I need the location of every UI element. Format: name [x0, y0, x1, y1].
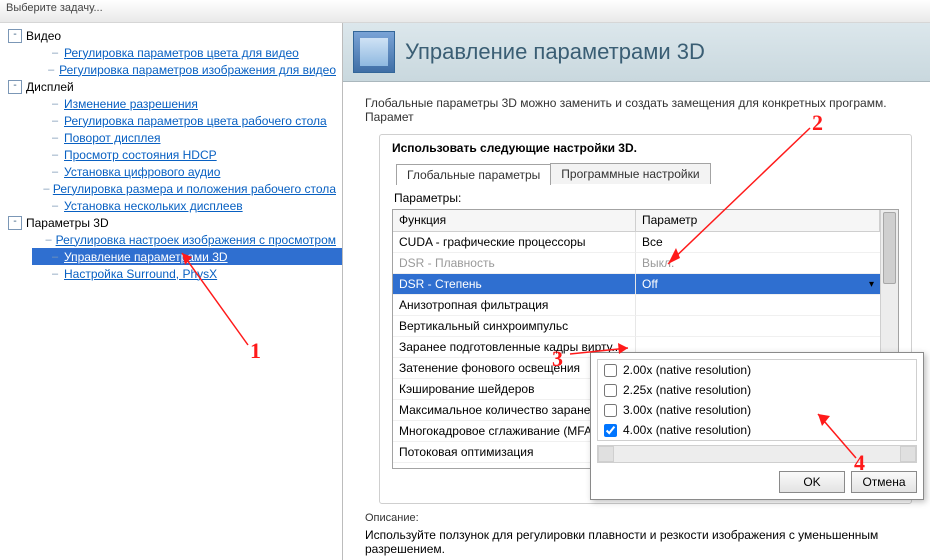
col-parameter[interactable]: Параметр: [636, 210, 880, 231]
tree-item[interactable]: –Просмотр состояния HDCP: [32, 146, 342, 163]
dsr-option[interactable]: 2.25x (native resolution): [598, 380, 916, 400]
table-row[interactable]: Вертикальный синхроимпульс: [393, 316, 880, 337]
horizontal-scrollbar[interactable]: [597, 445, 917, 463]
tree-label: Видео: [26, 29, 61, 43]
dsr-option[interactable]: 4.00x (native resolution): [598, 420, 916, 440]
tree-item[interactable]: –Изменение разрешения: [32, 95, 342, 112]
group-title: Использовать следующие настройки 3D.: [392, 141, 899, 155]
tree-group-3d[interactable]: - Параметры 3D: [8, 214, 342, 231]
checkbox[interactable]: [604, 364, 617, 377]
page-title: Управление параметрами 3D: [405, 39, 705, 65]
checkbox[interactable]: [604, 404, 617, 417]
tree-item[interactable]: –Регулировка параметров цвета рабочего с…: [32, 112, 342, 129]
table-row[interactable]: CUDA - графические процессорыВсе: [393, 232, 880, 253]
page-description: Глобальные параметры 3D можно заменить и…: [343, 82, 930, 130]
page-header: Управление параметрами 3D: [343, 23, 930, 82]
chevron-down-icon[interactable]: ▾: [869, 274, 874, 295]
main-area: - Видео –Регулировка параметров цвета дл…: [0, 23, 930, 560]
tree-label: Дисплей: [26, 80, 74, 94]
ok-button[interactable]: OK: [779, 471, 845, 493]
checkbox[interactable]: [604, 424, 617, 437]
dsr-option[interactable]: 3.00x (native resolution): [598, 400, 916, 420]
tree-item[interactable]: –Регулировка параметров изображения для …: [32, 61, 342, 78]
title-bar: Выберите задачу...: [0, 0, 930, 23]
dsr-option[interactable]: 2.00x (native resolution): [598, 360, 916, 380]
tree-item[interactable]: –Поворот дисплея: [32, 129, 342, 146]
collapse-icon[interactable]: -: [8, 80, 22, 94]
tree-group-video[interactable]: - Видео: [8, 27, 342, 44]
tree-item[interactable]: –Регулировка размера и положения рабочег…: [32, 180, 342, 197]
dsr-options-popup: 2.00x (native resolution) 2.25x (native …: [590, 352, 924, 500]
table-row[interactable]: Анизотропная фильтрация: [393, 295, 880, 316]
tab-bar: Глобальные параметры Программные настрой…: [392, 163, 899, 184]
tree-label: Параметры 3D: [26, 216, 109, 230]
cancel-button[interactable]: Отмена: [851, 471, 917, 493]
tree-item[interactable]: –Регулировка настроек изображения с прос…: [32, 231, 342, 248]
settings-panel: Использовать следующие настройки 3D. Гло…: [343, 130, 930, 504]
footer-title: Описание:: [365, 512, 914, 524]
collapse-icon[interactable]: -: [8, 29, 22, 43]
content-pane: Управление параметрами 3D Глобальные пар…: [343, 23, 930, 560]
option-list: 2.00x (native resolution) 2.25x (native …: [597, 359, 917, 441]
task-tree[interactable]: - Видео –Регулировка параметров цвета дл…: [0, 23, 343, 560]
table-row-dsr-degree[interactable]: DSR - СтепеньOff▾: [393, 274, 880, 295]
footer: Описание: Используйте ползунок для регул…: [343, 504, 930, 560]
scrollbar-thumb[interactable]: [883, 212, 896, 284]
table-row[interactable]: DSR - ПлавностьВыкл.: [393, 253, 880, 274]
tree-item-manage-3d[interactable]: –Управление параметрами 3D: [32, 248, 342, 265]
tree-item[interactable]: –Установка нескольких дисплеев: [32, 197, 342, 214]
tree-group-display[interactable]: - Дисплей: [8, 78, 342, 95]
tree-item[interactable]: –Регулировка параметров цвета для видео: [32, 44, 342, 61]
tab-program[interactable]: Программные настройки: [550, 163, 710, 184]
footer-hint: Используйте ползунок для регулировки пла…: [365, 528, 914, 556]
tree-item[interactable]: –Установка цифрового аудио: [32, 163, 342, 180]
nvidia-3d-icon: [353, 31, 395, 73]
col-function[interactable]: Функция: [393, 210, 636, 231]
tree-item[interactable]: –Настройка Surround, PhysX: [32, 265, 342, 282]
tab-global[interactable]: Глобальные параметры: [396, 164, 551, 185]
table-header: Функция Параметр: [393, 210, 880, 232]
collapse-icon[interactable]: -: [8, 216, 22, 230]
checkbox[interactable]: [604, 384, 617, 397]
params-label: Параметры:: [394, 191, 897, 205]
